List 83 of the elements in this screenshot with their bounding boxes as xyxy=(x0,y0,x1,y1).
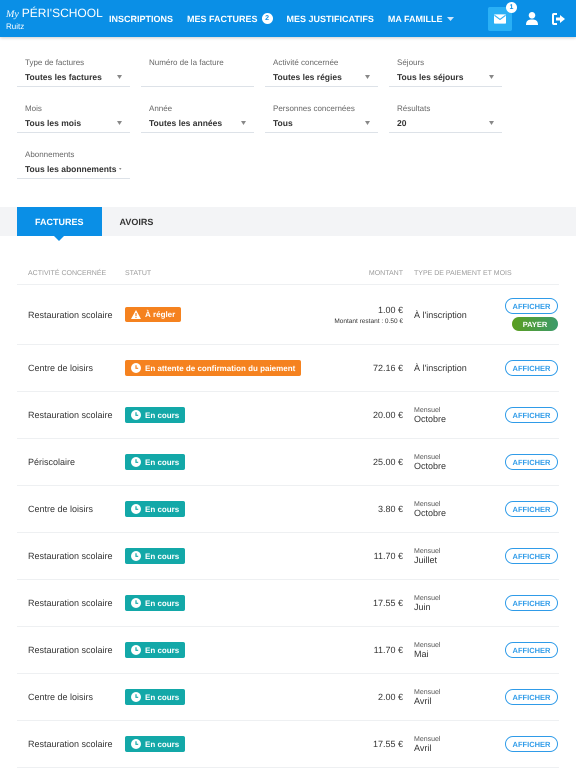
clock-icon xyxy=(131,551,141,561)
amount: 1.00 € xyxy=(378,304,403,314)
payment-period: Avril xyxy=(414,696,432,706)
table-cell-text: Restauration scolaire xyxy=(28,410,114,420)
logout-icon xyxy=(552,12,566,24)
status-badge: En cours xyxy=(125,736,186,752)
clock-icon xyxy=(131,363,141,373)
clock-icon xyxy=(131,739,141,749)
nav-link[interactable]: MA FAMILLE xyxy=(380,14,461,24)
caret-icon xyxy=(446,16,454,20)
table-cell-text: Restauration scolaire xyxy=(28,551,114,561)
amount: 3.80 € xyxy=(378,504,403,514)
status-badge: En cours xyxy=(125,595,186,611)
nav-link[interactable]: INSCRIPTIONS xyxy=(102,14,180,24)
table-cell-text: Centre de loisirs xyxy=(28,692,94,702)
payment-period: Mai xyxy=(414,648,430,658)
tab[interactable]: AVOIRS xyxy=(102,207,172,236)
clock-icon xyxy=(131,692,141,702)
clock-icon xyxy=(131,645,141,655)
status-badge: En cours xyxy=(125,407,186,423)
user-icon xyxy=(526,12,538,25)
amount: 25.00 € xyxy=(372,457,403,467)
payment-period: Juillet xyxy=(414,554,438,564)
caret-icon xyxy=(365,75,370,79)
caret-icon xyxy=(117,75,122,79)
nav-link[interactable]: MES JUSTIFICATIFS xyxy=(280,14,381,24)
status-badge: En cours xyxy=(125,454,186,470)
table-cell-text: Périscolaire xyxy=(28,457,76,467)
caret-icon xyxy=(117,121,122,125)
account-button[interactable] xyxy=(526,12,538,25)
select-field[interactable]: Année Toutes les années xyxy=(141,100,254,133)
tab-pointer-icon xyxy=(54,236,64,241)
select-field[interactable]: Personnes concernées Tous xyxy=(265,100,378,133)
payment-period: Avril xyxy=(414,742,432,752)
table-cell-text: Centre de loisirs xyxy=(28,363,94,373)
select-field[interactable]: Séjours Tous les séjours xyxy=(389,54,502,87)
amount: 72.16 € xyxy=(372,363,403,373)
select-field[interactable]: Activité concernée Toutes les régies xyxy=(265,54,378,87)
select-field[interactable]: Résultats 20 xyxy=(389,100,502,133)
select-field[interactable]: Type de factures Toutes les factures xyxy=(17,54,130,87)
logout-button[interactable] xyxy=(552,12,566,24)
table-cell-text: Restauration scolaire xyxy=(28,645,114,655)
table-cell-text: Restauration scolaire xyxy=(28,739,114,749)
payment-period: Octobre xyxy=(414,414,448,424)
clock-icon xyxy=(131,598,141,608)
amount: 17.55 € xyxy=(372,598,403,608)
clock-icon xyxy=(131,504,141,514)
status-badge: En cours xyxy=(125,689,186,705)
caret-icon xyxy=(489,121,494,125)
caret-icon xyxy=(365,121,370,125)
warning-icon xyxy=(131,310,141,319)
select-field[interactable]: Mois Tous les mois xyxy=(17,100,130,133)
amount: 11.70 € xyxy=(374,645,403,655)
select-field[interactable]: Abonnements Tous les abonnements xyxy=(17,146,130,179)
status-badge: À régler xyxy=(125,307,182,322)
clock-icon xyxy=(131,410,141,420)
status-badge: En cours xyxy=(125,548,186,564)
caret-icon xyxy=(489,75,494,79)
table-cell-text: Restauration scolaire xyxy=(28,598,114,608)
status-badge: En cours xyxy=(125,642,186,658)
envelope-icon xyxy=(494,14,506,24)
payment-period: À l'inscription xyxy=(414,310,468,320)
tab[interactable]: FACTURES xyxy=(17,207,102,236)
status-badge: En attente de confirmation du paiement xyxy=(125,360,302,376)
status-badge: En cours xyxy=(125,501,186,517)
amount: 2.00 € xyxy=(378,692,403,702)
logo-text: PÉRI'SCHOOL xyxy=(22,6,103,20)
payment-period: Juin xyxy=(414,602,432,612)
amount: 11.70 € xyxy=(374,551,403,561)
mail-button[interactable] xyxy=(488,6,512,30)
logo-script: My xyxy=(6,9,19,20)
payment-period: Octobre xyxy=(414,460,448,470)
clock-icon xyxy=(131,457,141,467)
town-name: Ruitz xyxy=(6,22,26,31)
payment-period: À l'inscription xyxy=(414,363,468,373)
amount: 20.00 € xyxy=(372,410,403,420)
caret-icon xyxy=(241,121,246,125)
table-cell-text: Restauration scolaire xyxy=(28,310,114,320)
table-cell-text: Centre de loisirs xyxy=(28,504,94,514)
caret-icon xyxy=(119,167,122,171)
payment-period: Octobre xyxy=(414,508,448,518)
amount: 17.55 € xyxy=(372,739,403,749)
input-field[interactable]: Numéro de la facture xyxy=(141,54,254,87)
